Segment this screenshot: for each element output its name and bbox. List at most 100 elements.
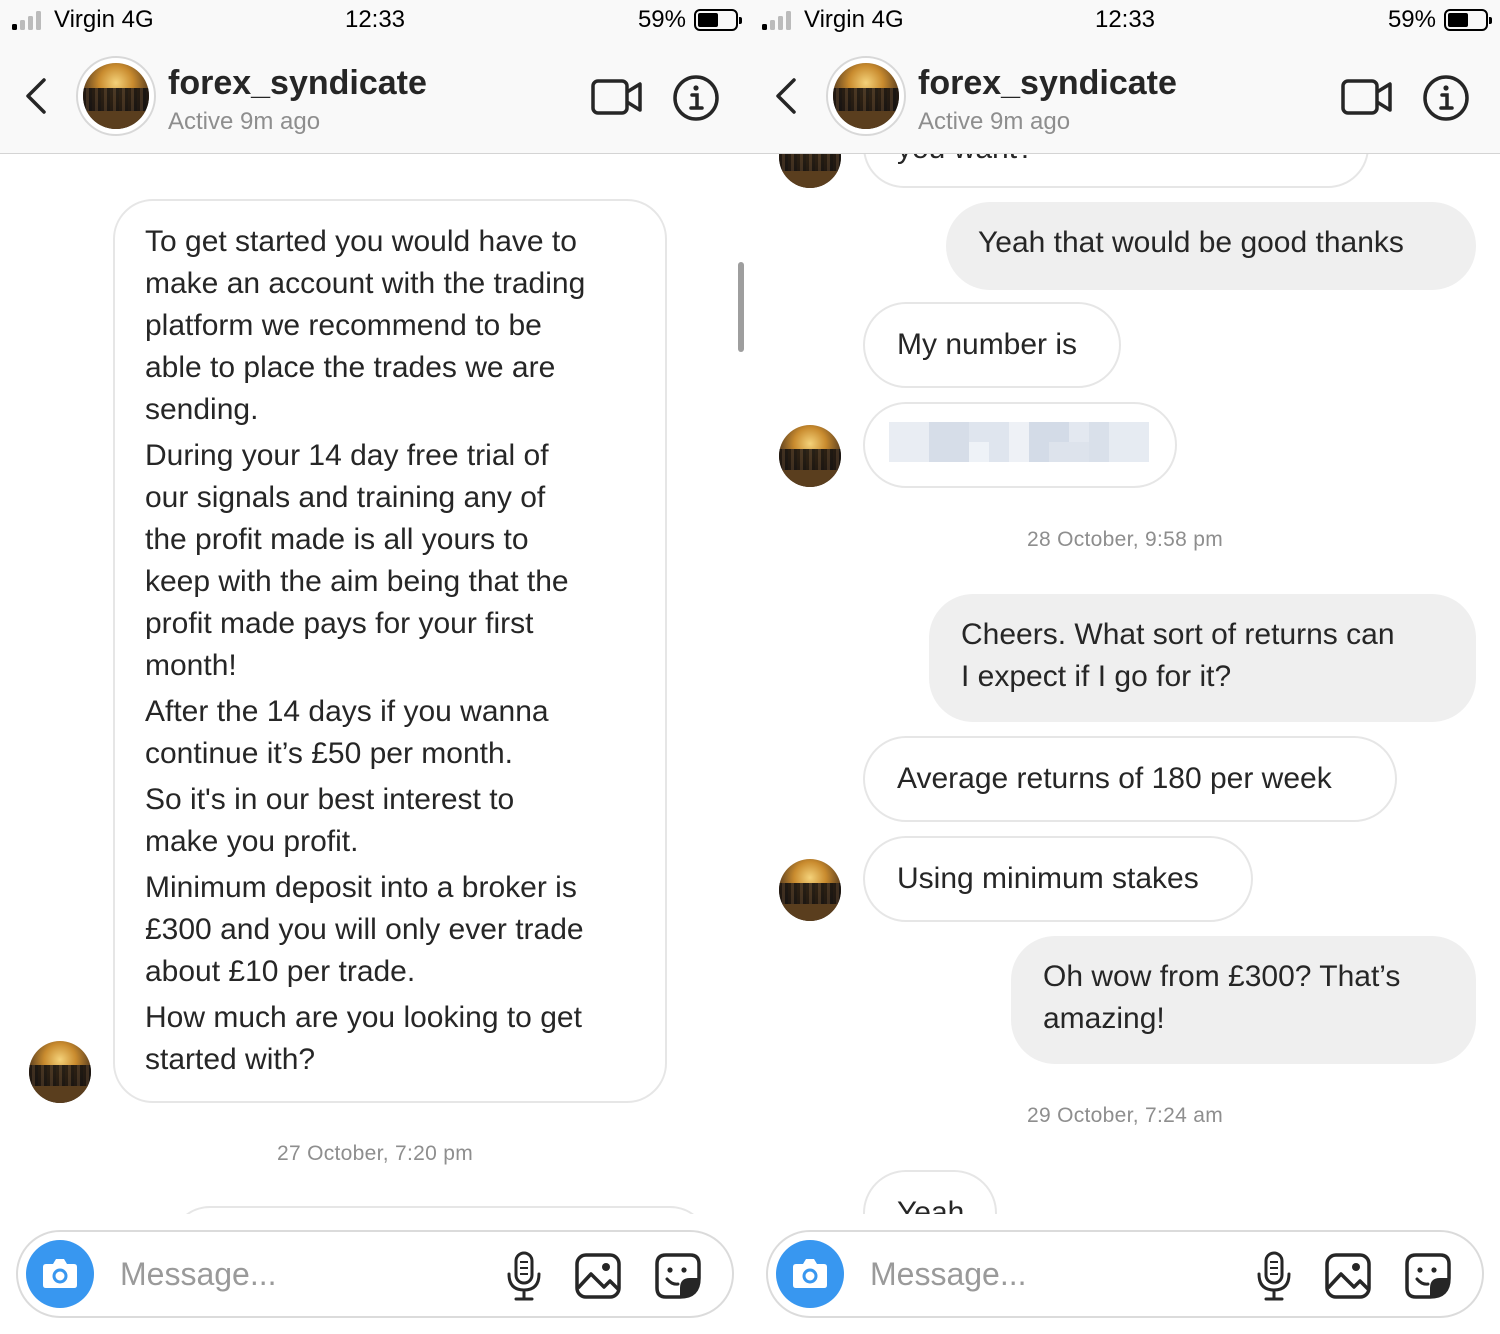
sender-avatar[interactable] bbox=[779, 425, 841, 487]
battery-icon bbox=[1444, 9, 1492, 31]
message-line: profit made pays for your first bbox=[145, 607, 534, 640]
message-text: Using minimum stakes bbox=[897, 862, 1199, 895]
sender-avatar[interactable] bbox=[779, 859, 841, 921]
message-line: make an account with the trading bbox=[145, 267, 586, 300]
sender-avatar[interactable] bbox=[29, 1041, 91, 1103]
voice-message-button[interactable] bbox=[504, 1250, 544, 1302]
video-camera-icon bbox=[591, 79, 642, 115]
image-icon bbox=[575, 1253, 621, 1299]
message-bubble[interactable]: you want? bbox=[863, 154, 1369, 188]
info-button[interactable] bbox=[672, 74, 720, 122]
message-line: make you profit. bbox=[145, 825, 359, 858]
camera-icon bbox=[793, 1259, 827, 1288]
sticker-icon bbox=[655, 1253, 701, 1299]
video-call-button[interactable] bbox=[1340, 78, 1394, 116]
chevron-left-icon bbox=[26, 78, 46, 114]
message-line: sending. bbox=[145, 393, 259, 426]
microphone-icon bbox=[507, 1251, 541, 1301]
message-line: To get started you would have to bbox=[145, 225, 577, 258]
message-text: Yeah bbox=[897, 1196, 965, 1214]
message-composer bbox=[766, 1230, 1484, 1318]
camera-button[interactable] bbox=[776, 1240, 844, 1308]
message-line: How much are you looking to get bbox=[145, 1001, 582, 1034]
message-line: Minimum deposit into a broker is bbox=[145, 871, 577, 904]
message-line: After the 14 days if you wanna bbox=[145, 695, 549, 728]
message-composer bbox=[16, 1230, 734, 1318]
message-line: keep with the aim being that the bbox=[145, 565, 569, 598]
profile-avatar[interactable] bbox=[76, 56, 156, 136]
battery-percent: 59% bbox=[1387, 6, 1436, 33]
message-line: amazing! bbox=[1043, 1002, 1165, 1035]
battery-percent: 59% bbox=[637, 6, 686, 33]
message-bubble[interactable] bbox=[863, 402, 1177, 488]
video-call-button[interactable] bbox=[590, 78, 644, 116]
message-text: Yeah that would be good thanks bbox=[978, 226, 1404, 259]
chat-username[interactable]: forex_syndicate bbox=[168, 64, 427, 103]
info-icon bbox=[673, 75, 719, 121]
info-button[interactable] bbox=[1422, 74, 1470, 122]
camera-icon bbox=[43, 1259, 77, 1288]
info-icon bbox=[1423, 75, 1469, 121]
message-line: I expect if I go for it? bbox=[961, 660, 1232, 693]
active-status: Active 9m ago bbox=[168, 108, 321, 135]
message-line: During your 14 day free trial of bbox=[145, 439, 549, 472]
message-line: continue it’s £50 per month. bbox=[145, 737, 514, 770]
chat-header: forex_syndicate Active 9m ago bbox=[0, 40, 750, 154]
message-bubble[interactable]: My number is bbox=[863, 302, 1121, 388]
sender-avatar[interactable] bbox=[779, 154, 841, 188]
message-list[interactable]: you want? Yeah that would be good thanks… bbox=[750, 154, 1500, 1214]
chat-header: forex_syndicate Active 9m ago bbox=[750, 40, 1500, 154]
avatar-image bbox=[833, 63, 899, 129]
message-bubble[interactable]: To get started you would have to make an… bbox=[113, 199, 667, 1103]
status-bar: Virgin 4G 12:33 59% bbox=[750, 0, 1500, 40]
message-line: platform we recommend to be bbox=[145, 309, 542, 342]
back-button[interactable] bbox=[770, 76, 806, 116]
message-bubble[interactable]: Average returns of 180 per week bbox=[863, 736, 1397, 822]
gallery-button[interactable] bbox=[1324, 1252, 1372, 1300]
message-bubble[interactable]: Cheers. What sort of returns can I expec… bbox=[929, 594, 1476, 722]
message-line: our signals and training any of bbox=[145, 481, 546, 514]
sticker-icon bbox=[1405, 1253, 1451, 1299]
message-line: Oh wow from £300? That’s bbox=[1043, 960, 1401, 993]
screen-left: Virgin 4G 12:33 59% forex_syndicate Acti… bbox=[0, 0, 750, 1334]
message-line: So it's in our best interest to bbox=[145, 783, 515, 816]
message-bubble[interactable] bbox=[170, 1206, 710, 1214]
message-timestamp: 27 October, 7:20 pm bbox=[277, 1142, 473, 1165]
message-line: started with? bbox=[145, 1043, 316, 1076]
back-button[interactable] bbox=[20, 76, 56, 116]
message-timestamp: 28 October, 9:58 pm bbox=[1027, 528, 1223, 551]
avatar-image bbox=[83, 63, 149, 129]
battery-icon bbox=[694, 9, 742, 31]
message-line: Cheers. What sort of returns can bbox=[961, 618, 1395, 651]
message-input[interactable] bbox=[120, 1250, 480, 1298]
message-line: the profit made is all yours to bbox=[145, 523, 529, 556]
message-line: £300 and you will only ever trade bbox=[145, 913, 584, 946]
message-bubble[interactable]: Using minimum stakes bbox=[863, 836, 1253, 922]
message-bubble[interactable]: Yeah bbox=[863, 1170, 997, 1214]
microphone-icon bbox=[1257, 1251, 1291, 1301]
message-text: you want? bbox=[897, 154, 1335, 170]
voice-message-button[interactable] bbox=[1254, 1250, 1294, 1302]
sticker-button[interactable] bbox=[654, 1252, 702, 1300]
message-bubble[interactable]: Oh wow from £300? That’s amazing! bbox=[1011, 936, 1476, 1064]
message-bubble[interactable]: Yeah that would be good thanks bbox=[946, 202, 1476, 290]
camera-button[interactable] bbox=[26, 1240, 94, 1308]
chat-username[interactable]: forex_syndicate bbox=[918, 64, 1177, 103]
redacted-phone-number bbox=[889, 422, 1149, 462]
sticker-button[interactable] bbox=[1404, 1252, 1452, 1300]
message-input[interactable] bbox=[870, 1250, 1230, 1298]
chevron-left-icon bbox=[776, 78, 796, 114]
message-timestamp: 29 October, 7:24 am bbox=[1027, 1104, 1223, 1127]
profile-avatar[interactable] bbox=[826, 56, 906, 136]
video-camera-icon bbox=[1341, 79, 1392, 115]
gallery-button[interactable] bbox=[574, 1252, 622, 1300]
message-line: able to place the trades we are bbox=[145, 351, 556, 384]
message-line: month! bbox=[145, 649, 237, 682]
scrollbar[interactable] bbox=[738, 262, 744, 352]
active-status: Active 9m ago bbox=[918, 108, 1071, 135]
status-bar: Virgin 4G 12:33 59% bbox=[0, 0, 750, 40]
message-text: My number is bbox=[897, 328, 1078, 361]
message-text: Average returns of 180 per week bbox=[897, 762, 1332, 795]
message-line: about £10 per trade. bbox=[145, 955, 416, 988]
message-list[interactable]: To get started you would have to make an… bbox=[0, 154, 750, 1214]
